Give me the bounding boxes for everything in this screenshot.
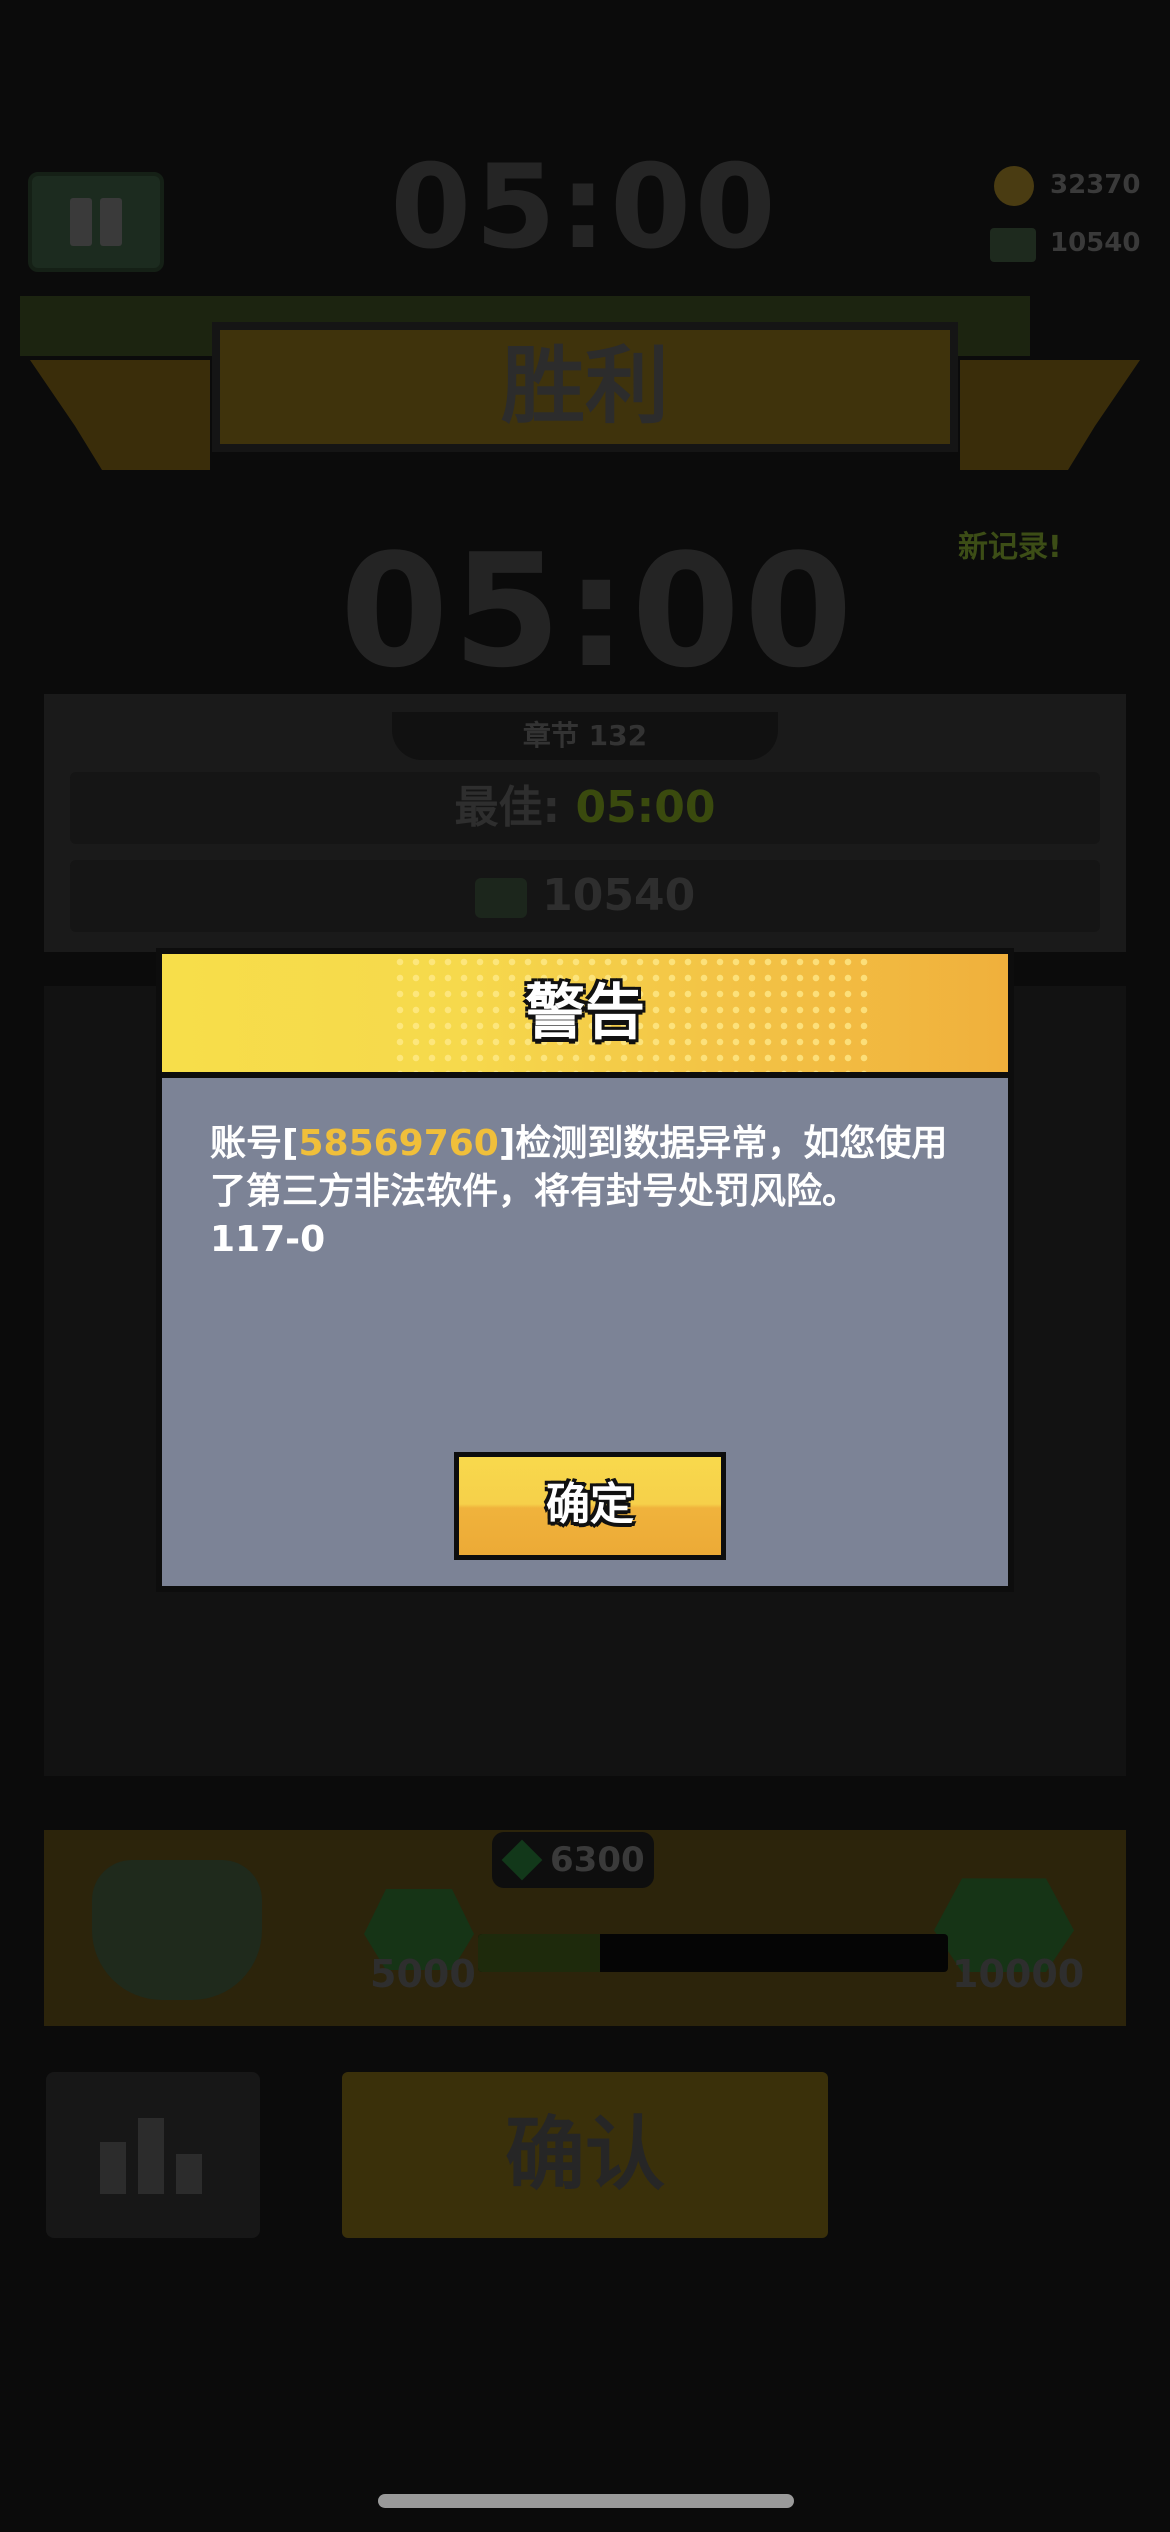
- ribbon-left: [30, 360, 210, 470]
- pause-icon: [70, 198, 92, 246]
- home-indicator[interactable]: [378, 2494, 794, 2508]
- dialog-body: 警告 账号[58569760]检测到数据异常，如您使用 了第三方非法软件，将有封…: [162, 954, 1008, 1586]
- cash-counter: 10540: [990, 220, 1160, 268]
- stats-button[interactable]: [46, 2072, 260, 2238]
- best-value: 05:00: [575, 782, 716, 833]
- victory-banner: 胜利: [212, 322, 958, 452]
- gem-basket-icon: [92, 1860, 262, 2000]
- progress-min-label: 5000: [370, 1952, 476, 1996]
- message-prefix: 账号[: [210, 1123, 299, 1164]
- coin-counter: 32370: [990, 162, 1160, 210]
- new-record-label: 新记录!: [958, 530, 1062, 565]
- warning-dialog: 警告 账号[58569760]检测到数据异常，如您使用 了第三方非法软件，将有封…: [156, 948, 1014, 1592]
- gem-icon: [501, 1839, 543, 1881]
- dialog-header: 警告: [162, 954, 1008, 1078]
- coin-value: 32370: [1050, 170, 1141, 200]
- message-line-2: 了第三方非法软件，将有封号处罚风险。: [210, 1171, 859, 1212]
- confirm-button[interactable]: 确认: [342, 2072, 828, 2238]
- cash-value: 10540: [1050, 228, 1141, 258]
- dialog-message: 账号[58569760]检测到数据异常，如您使用 了第三方非法软件，将有封号处罚…: [210, 1120, 980, 1264]
- pause-icon-bar: [100, 198, 122, 246]
- cash-icon: [474, 878, 527, 918]
- progress-max-label: 10000: [952, 1952, 1085, 1996]
- dialog-title: 警告: [525, 978, 645, 1048]
- pause-button[interactable]: [28, 172, 164, 272]
- cash-icon: [990, 228, 1036, 262]
- gem-count: 6300: [550, 1840, 645, 1880]
- message-line-3: 117-0: [210, 1219, 326, 1260]
- reward-row: 10540: [70, 860, 1100, 932]
- account-id: 58569760: [298, 1123, 499, 1164]
- best-time-row: 最佳: 05:00: [70, 772, 1100, 844]
- gem-progress-fill: [478, 1934, 601, 1972]
- message-line-1: 账号[58569760]检测到数据异常，如您使用: [210, 1120, 980, 1168]
- ok-button-label: 确定: [459, 1457, 721, 1555]
- chapter-label: 章节 132: [392, 712, 778, 760]
- message-line-1-rest: ]检测到数据异常，如您使用: [498, 1123, 948, 1164]
- ok-button[interactable]: 确定: [454, 1452, 726, 1560]
- result-time: 05:00: [340, 520, 857, 702]
- gem-count-bubble: 6300: [492, 1832, 654, 1888]
- reward-value: 10540: [542, 870, 696, 921]
- coin-icon: [994, 166, 1034, 206]
- ribbon-right: [960, 360, 1140, 470]
- best-label: 最佳:: [454, 782, 561, 833]
- hud-timer: 05:00: [390, 140, 780, 275]
